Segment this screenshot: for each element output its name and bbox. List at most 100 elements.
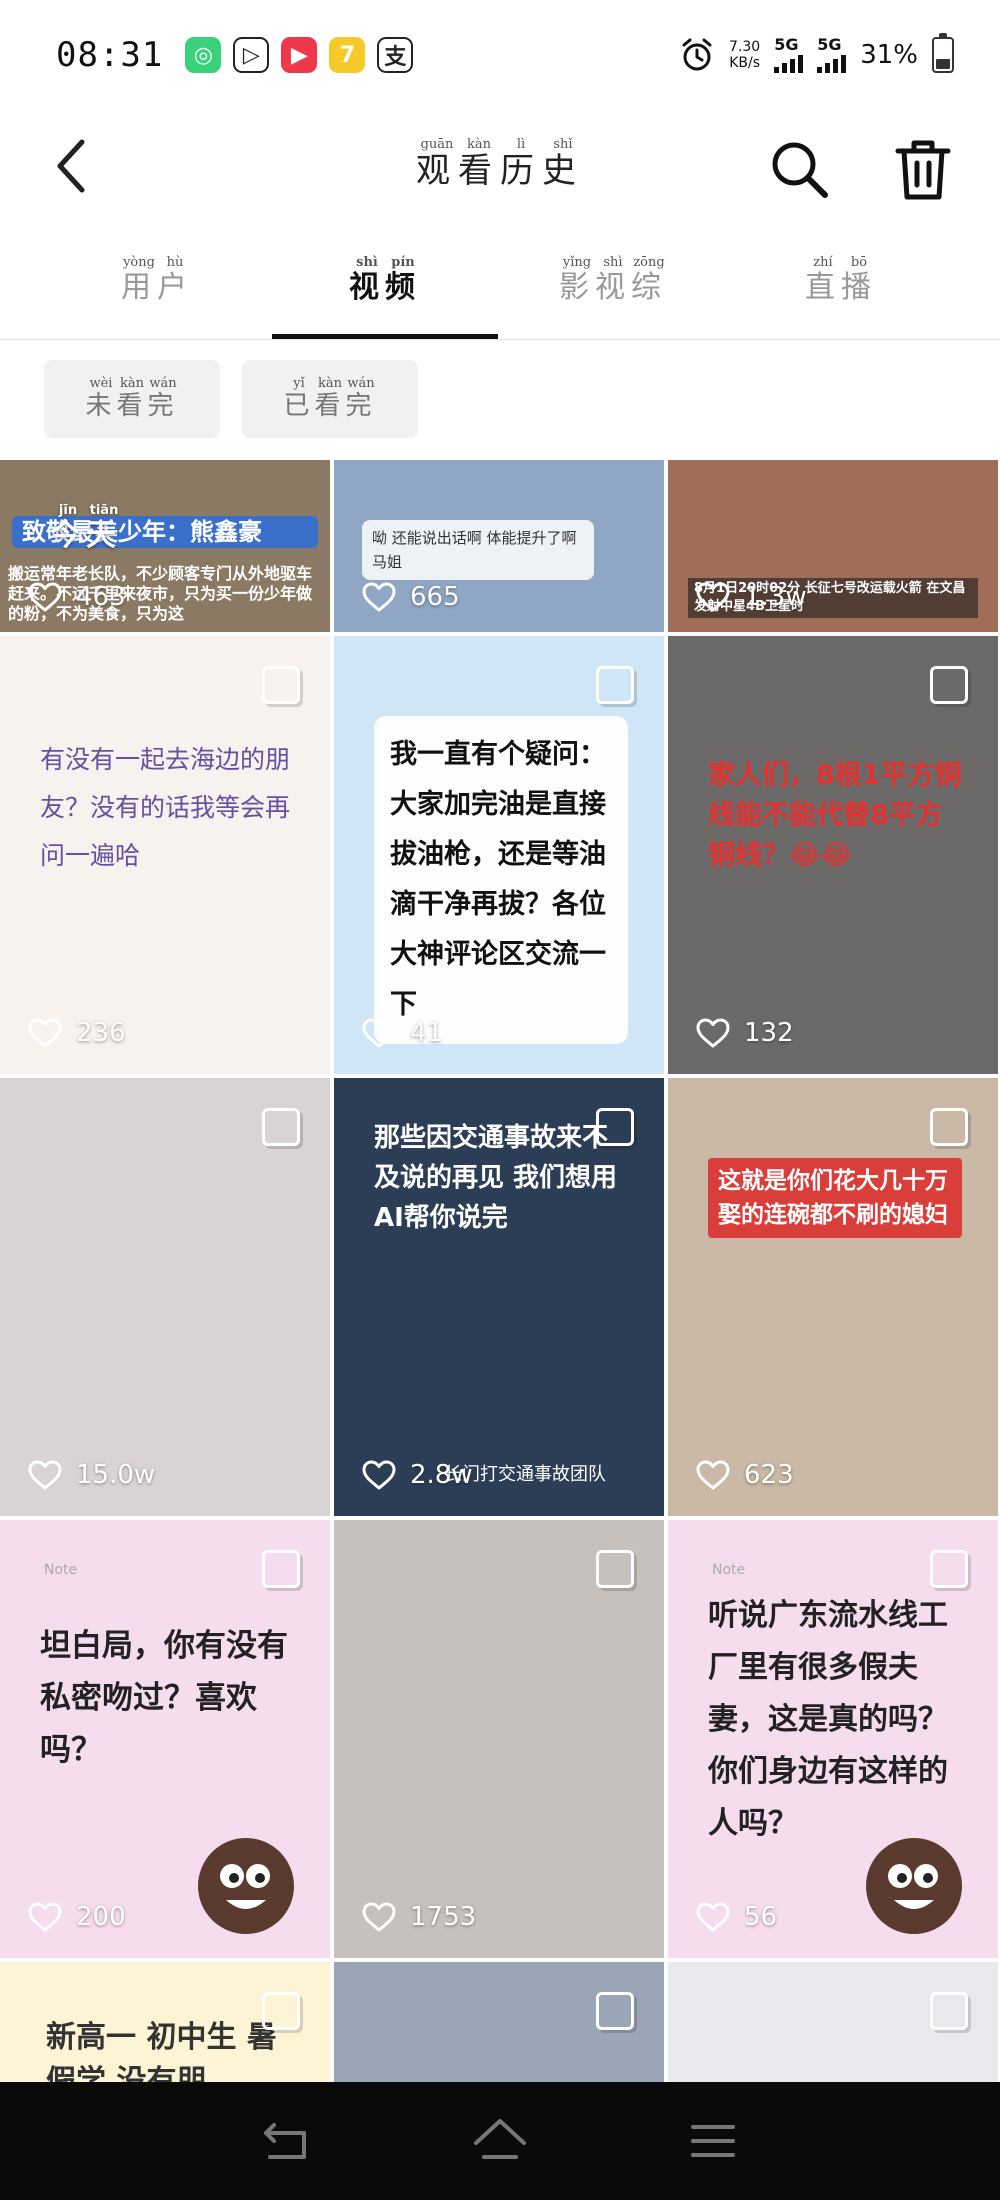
page-title: 观guān看kàn历lì史shǐ — [0, 137, 1000, 192]
battery-icon — [932, 33, 954, 73]
tab-users[interactable]: 用yòng户hù — [44, 255, 270, 340]
chip-label-char: 看kàn — [116, 375, 148, 421]
tab-label-char: 视shì — [595, 255, 631, 305]
section-label-char: 天tiān — [86, 503, 122, 553]
sticker-face-icon — [866, 1838, 962, 1934]
menu-icon — [691, 2125, 736, 2157]
filter-finished-chip[interactable]: 已yǐ 看kàn 完wán — [242, 360, 418, 438]
select-checkbox[interactable] — [596, 1992, 634, 2030]
home-icon — [473, 2119, 526, 2159]
video-tile[interactable] — [334, 1962, 664, 2082]
header: 观guān看kàn历lì史shǐ — [0, 110, 1000, 222]
heart-icon — [362, 1902, 396, 1932]
chip-label-char: 完wán — [147, 375, 179, 421]
select-checkbox[interactable] — [596, 1550, 634, 1588]
status-bar: 08:31 ◎ ▷ ▶ 7 支 7.30 KB/s 5G 5G 31% — [0, 0, 1000, 110]
select-checkbox[interactable] — [596, 666, 634, 704]
heart-icon — [696, 582, 730, 612]
heart-icon — [362, 1460, 396, 1490]
title-char: 看kàn — [458, 137, 500, 191]
search-button[interactable] — [764, 134, 834, 204]
network-speed: 7.30 KB/s — [729, 39, 760, 71]
filter-unfinished-chip[interactable]: 未wèi 看kàn 完wán — [44, 360, 220, 438]
heart-icon — [28, 582, 62, 612]
video-tile[interactable]: 听说广东流水线工厂里有很多假夫妻，这是真的吗？你们身边有这样的人吗？ Note 56 — [668, 1520, 998, 1958]
notification-app-icon: ▶ — [281, 37, 318, 73]
title-char: 史shǐ — [542, 137, 584, 191]
like-count-value: 132 — [744, 1018, 794, 1048]
select-checkbox[interactable] — [930, 1550, 968, 1588]
filter-chips: 未wèi 看kàn 完wán 已yǐ 看kàn 完wán — [44, 360, 418, 438]
nav-back-button[interactable] — [252, 2111, 322, 2171]
video-cover-text: 那些因交通事故来不及说的再见 我们想用AI帮你说完 — [374, 1123, 618, 1233]
video-tile[interactable]: 这就是你们花大几十万娶的连碗都不刷的媳妇 623 — [668, 1078, 998, 1516]
trash-icon — [895, 140, 951, 200]
like-count-value: 56 — [744, 1902, 778, 1932]
delete-button[interactable] — [888, 134, 958, 204]
select-checkbox[interactable] — [262, 1550, 300, 1588]
like-count: 15.0w — [28, 1460, 155, 1490]
notification-app-icon: ◎ — [185, 37, 222, 73]
title-char: 观guān — [416, 137, 458, 191]
tab-live[interactable]: 直zhí播bō — [728, 255, 954, 340]
tab-videos[interactable]: 视shì频pín — [272, 255, 498, 340]
heart-icon — [696, 1460, 730, 1490]
video-cover-text: 坦白局，你有没有私密吻过？喜欢吗？ — [40, 1628, 288, 1768]
select-checkbox[interactable] — [930, 1108, 968, 1146]
select-checkbox[interactable] — [930, 1992, 968, 2030]
note-badge: Note — [712, 1562, 746, 1578]
battery-percent: 31% — [860, 40, 918, 70]
section-label-today: 今jīn天tiān — [50, 503, 122, 554]
video-tile[interactable]: 有没有一起去海边的朋友？没有的话我等会再问一遍哈 236 — [0, 636, 330, 1074]
signal-2-label: 5G — [817, 35, 842, 54]
video-tile[interactable] — [668, 1962, 998, 2082]
system-navigation-bar — [0, 2082, 1000, 2200]
nav-home-button[interactable] — [465, 2111, 535, 2171]
video-tile[interactable]: 新高一 初中生 暑假学 没有朋 — [0, 1962, 330, 2082]
video-cover-text: 这就是你们花大几十万娶的连碗都不刷的媳妇 — [708, 1158, 962, 1238]
video-tile[interactable]: 8月1日20时02分 长征七号改运载火箭 在文昌发射中星4B卫星时 1.3w — [668, 460, 998, 632]
section-label-char: 今jīn — [50, 503, 86, 553]
video-cover-text: 我一直有个疑问：大家加完油是直接拔油枪，还是等油滴干净再拔？各位大神评论区交流一… — [374, 716, 628, 1044]
chip-label-char: 完wán — [345, 375, 377, 421]
like-count: 1.3w — [696, 582, 807, 612]
signal-bars-icon — [817, 53, 847, 73]
video-tile[interactable]: 1753 — [334, 1520, 664, 1958]
tab-label-char: 用yòng — [121, 255, 157, 305]
like-count: 463 — [28, 582, 126, 612]
like-count: 200 — [28, 1902, 126, 1932]
video-cover-text: 有没有一起去海边的朋友？没有的话我等会再问一遍哈 — [40, 745, 291, 870]
nav-menu-button[interactable] — [678, 2111, 748, 2171]
alarm-icon — [682, 38, 712, 71]
notification-app-icon: ▷ — [233, 37, 270, 73]
video-tile[interactable]: 我一直有个疑问：大家加完油是直接拔油枪，还是等油滴干净再拔？各位大神评论区交流一… — [334, 636, 664, 1074]
video-tile[interactable]: 坦白局，你有没有私密吻过？喜欢吗？ Note 200 — [0, 1520, 330, 1958]
note-badge: Note — [44, 1562, 78, 1578]
heart-icon — [362, 582, 396, 612]
like-count: 236 — [28, 1018, 126, 1048]
network-speed-unit: KB/s — [729, 55, 761, 71]
tab-shows[interactable]: 影yǐng视shì综zōng — [500, 255, 726, 340]
select-checkbox[interactable] — [262, 666, 300, 704]
search-icon — [772, 142, 828, 198]
signal-1: 5G — [774, 35, 804, 73]
tab-bar: 用yòng户hù 视shì频pín 影yǐng视shì综zōng 直zhí播bō — [0, 236, 1000, 340]
video-tile[interactable]: 15.0w — [0, 1078, 330, 1516]
like-count-value: 41 — [410, 1018, 444, 1048]
video-tile[interactable]: 那些因交通事故来不及说的再见 我们想用AI帮你说完 长门打交通事故团队 2.8w — [334, 1078, 664, 1516]
select-checkbox[interactable] — [596, 1108, 634, 1146]
like-count: 41 — [362, 1018, 443, 1048]
signal-2: 5G — [817, 35, 847, 73]
like-count: 56 — [696, 1902, 777, 1932]
tab-label-char: 播bō — [841, 255, 877, 305]
signal-1-label: 5G — [774, 35, 799, 54]
like-count-value: 200 — [76, 1902, 126, 1932]
video-tile[interactable]: 呦 还能说出话啊 体能提升了啊马姐 665 — [334, 460, 664, 632]
select-checkbox[interactable] — [262, 1108, 300, 1146]
video-tile[interactable]: 家人们，8根1平方铜线能不能代替8平方铜线？😂😂 132 — [668, 636, 998, 1074]
select-checkbox[interactable] — [930, 666, 968, 704]
status-indicators: 7.30 KB/s 5G 5G 31% — [679, 33, 954, 73]
select-checkbox[interactable] — [262, 1992, 300, 2030]
like-count-value: 623 — [744, 1460, 794, 1490]
tab-label-char: 综zōng — [631, 255, 667, 305]
